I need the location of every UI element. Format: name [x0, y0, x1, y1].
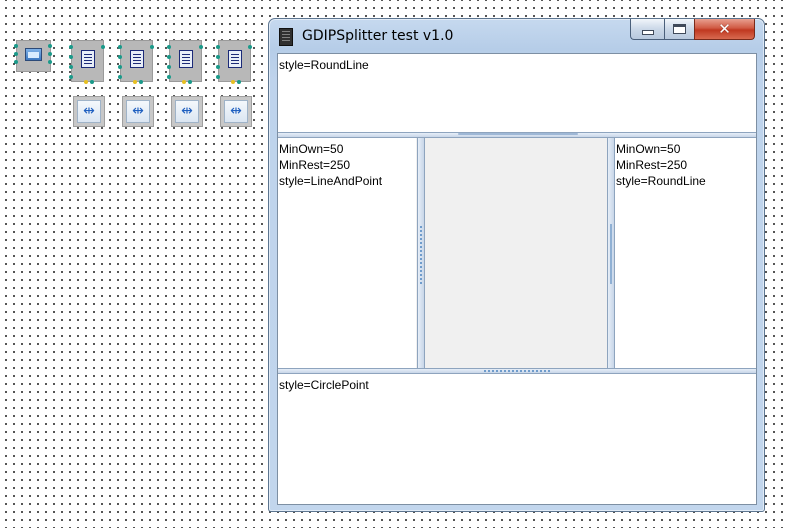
connector-pin [48, 60, 52, 64]
connector-pin [69, 65, 73, 69]
splitter-component[interactable]: ⇹ [122, 96, 154, 127]
connector-pin [237, 80, 241, 84]
splitter-icon: ⇹ [126, 100, 150, 123]
memo-right[interactable]: MinOwn=50 MinRest=250 style=RoundLine [615, 138, 756, 368]
app-window: GDIPSplitter test v1.0 ✕ style=RoundLine… [268, 18, 765, 512]
memo-top[interactable]: style=RoundLine [278, 54, 756, 132]
memo-component[interactable] [167, 40, 203, 84]
splitter-arrows-icon: ⇹ [230, 103, 242, 119]
connector-pin [118, 45, 122, 49]
maximize-icon [673, 24, 686, 34]
splitter-grip [458, 133, 578, 135]
connector-pin [101, 45, 105, 49]
connector-pin [133, 80, 137, 84]
window-title: GDIPSplitter test v1.0 [302, 28, 454, 44]
connector-pin [48, 52, 52, 56]
memo-left-text: MinOwn=50 MinRest=250 style=LineAndPoint [279, 142, 383, 188]
connector-pin [84, 80, 88, 84]
memo-component[interactable] [216, 40, 252, 84]
connector-pin [182, 80, 186, 84]
splitter-grip [420, 226, 422, 284]
splitter-arrows-icon: ⇹ [132, 103, 144, 119]
memo-bottom-text: style=CirclePoint [279, 378, 369, 392]
splitter-component[interactable]: ⇹ [220, 96, 252, 127]
connector-pin [167, 55, 171, 59]
close-button[interactable]: ✕ [694, 19, 755, 40]
app-icon[interactable] [279, 28, 293, 46]
splitter-component[interactable]: ⇹ [171, 96, 203, 127]
memo-component[interactable] [118, 40, 154, 84]
splitter-grip [484, 370, 550, 372]
connector-pin [167, 75, 171, 79]
connector-pin [14, 52, 18, 56]
center-area [425, 138, 607, 368]
connector-pin [231, 80, 235, 84]
splitter-arrows-icon: ⇹ [181, 103, 193, 119]
splitter-icon: ⇹ [175, 100, 199, 123]
memo-bottom[interactable]: style=CirclePoint [278, 374, 756, 504]
connector-pin [150, 45, 154, 49]
connector-pin [90, 80, 94, 84]
memo-top-text: style=RoundLine [279, 58, 369, 72]
close-icon: ✕ [718, 19, 731, 38]
splitter-grip [610, 224, 612, 284]
connector-pin [188, 80, 192, 84]
splitter-component[interactable]: ⇹ [73, 96, 105, 127]
connector-pin [69, 45, 73, 49]
connector-pin [216, 45, 220, 49]
memo-icon [130, 50, 144, 68]
connector-pin [118, 75, 122, 79]
connector-pin [48, 44, 52, 48]
client-area: style=RoundLine MinOwn=50 MinRest=250 st… [277, 53, 757, 505]
connector-pin [69, 75, 73, 79]
memo-component[interactable] [69, 40, 105, 84]
connector-pin [216, 65, 220, 69]
title-bar[interactable]: GDIPSplitter test v1.0 ✕ [269, 19, 764, 53]
form-component[interactable] [14, 40, 52, 72]
splitter-right[interactable] [607, 138, 615, 368]
memo-icon [228, 50, 242, 68]
connector-pin [139, 80, 143, 84]
minimize-button[interactable] [630, 19, 664, 40]
connector-pin [69, 55, 73, 59]
maximize-button[interactable] [664, 19, 694, 40]
minimize-icon [641, 29, 654, 35]
memo-icon [81, 50, 95, 68]
splitter-icon: ⇹ [77, 100, 101, 123]
memo-left[interactable]: MinOwn=50 MinRest=250 style=LineAndPoint [278, 138, 416, 368]
splitter-arrows-icon: ⇹ [83, 103, 95, 119]
memo-right-text: MinOwn=50 MinRest=250 style=RoundLine [616, 142, 706, 188]
connector-pin [248, 45, 252, 49]
connector-pin [14, 60, 18, 64]
connector-pin [167, 65, 171, 69]
connector-pin [216, 75, 220, 79]
connector-pin [118, 55, 122, 59]
connector-pin [167, 45, 171, 49]
splitter-icon: ⇹ [224, 100, 248, 123]
connector-pin [216, 55, 220, 59]
splitter-left[interactable] [417, 138, 425, 368]
window-icon [25, 48, 42, 61]
connector-pin [199, 45, 203, 49]
connector-pin [118, 65, 122, 69]
connector-pin [14, 44, 18, 48]
memo-icon [179, 50, 193, 68]
